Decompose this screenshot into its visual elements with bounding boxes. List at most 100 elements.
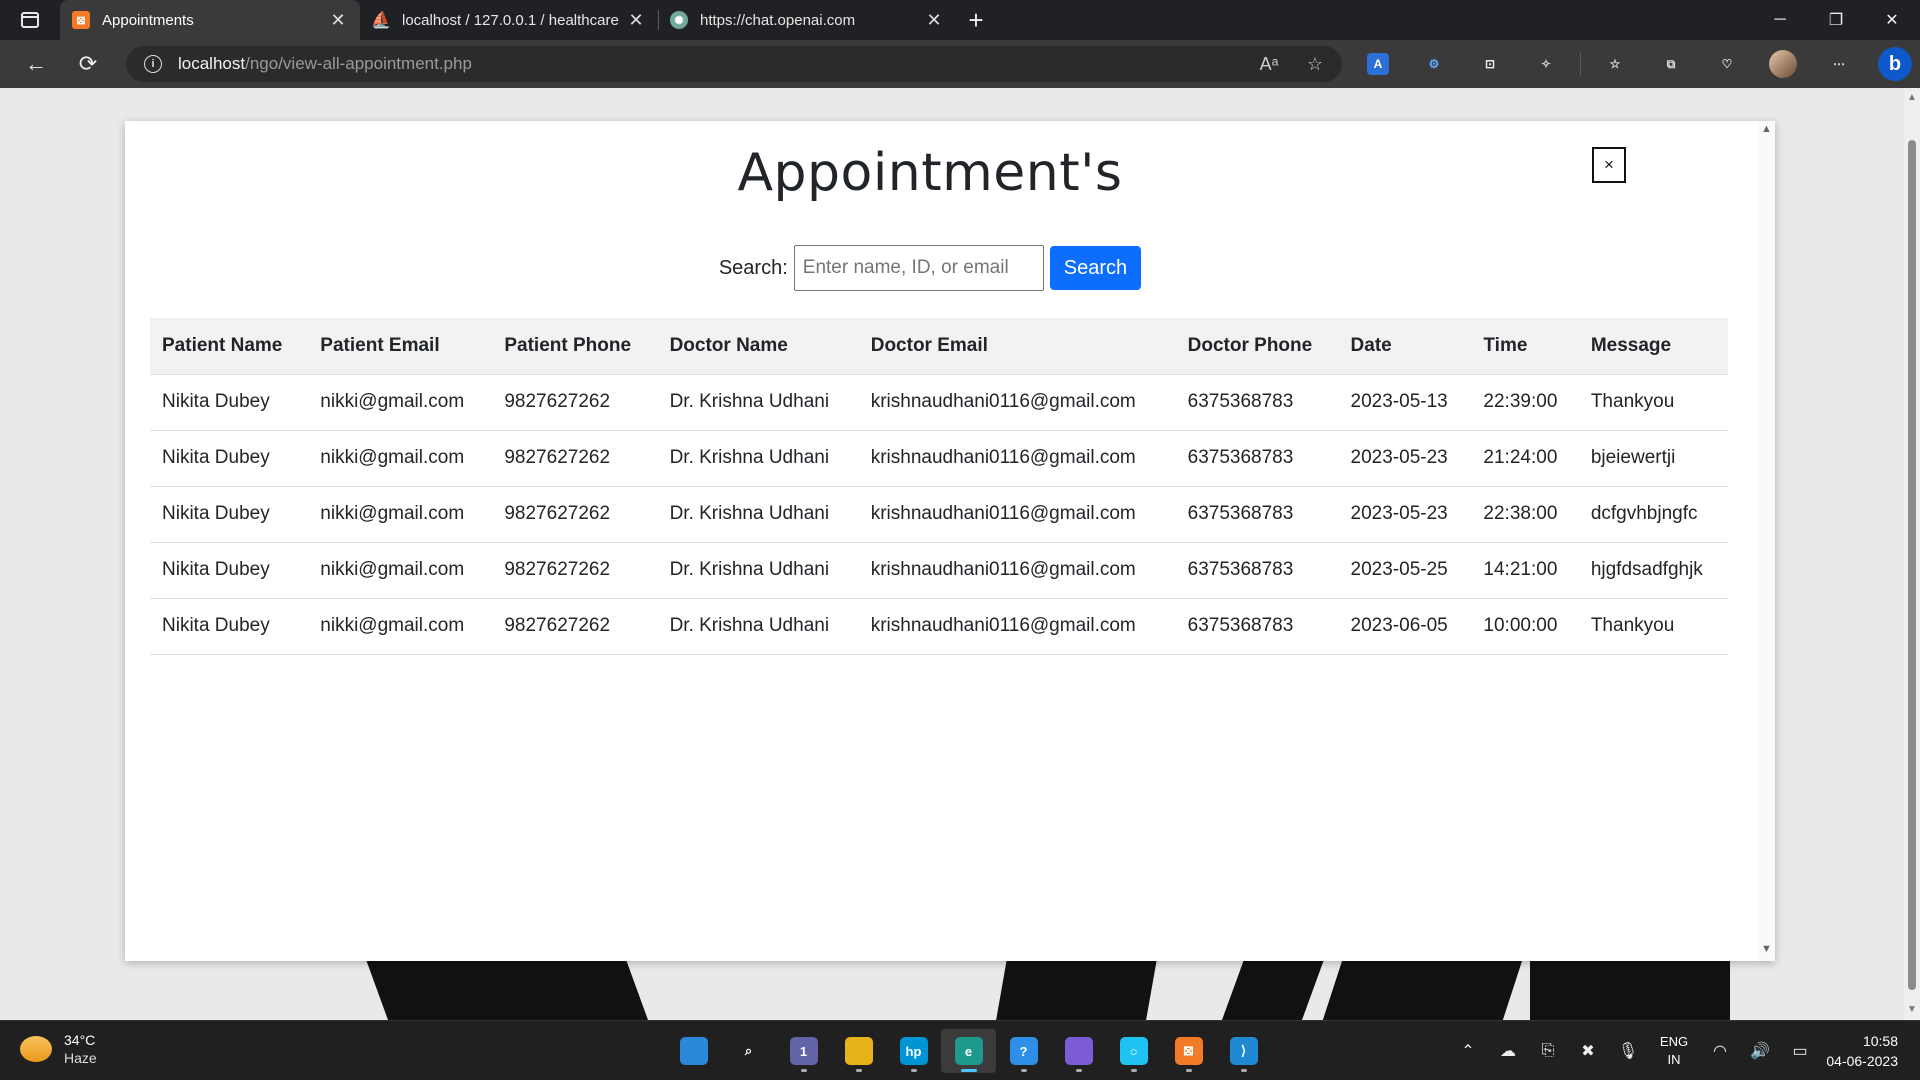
search-label: Search: (718, 256, 788, 279)
search-button[interactable]: Search (1049, 246, 1142, 290)
taskbar-app[interactable]: ⌕ (721, 1029, 776, 1073)
browser-essentials-button[interactable]: ♡ (1699, 40, 1755, 88)
windows-start-icon (679, 1037, 708, 1065)
close-modal-button[interactable]: × (1592, 147, 1626, 183)
toolbar-divider (1580, 52, 1581, 76)
clock[interactable]: 10:58 04-06-2023 (1820, 1031, 1920, 1071)
close-tab-icon[interactable]: ✕ (328, 10, 348, 31)
table-cell: 9827627262 (492, 486, 658, 543)
show-hidden-icons-icon[interactable]: ⌃ (1448, 1041, 1488, 1061)
refresh-button[interactable]: ⟳ (62, 40, 114, 88)
taskbar-app[interactable]: ○ (1106, 1029, 1161, 1073)
taskbar-app[interactable]: ⊠ (1161, 1029, 1216, 1073)
minimize-button[interactable]: ─ (1752, 0, 1808, 40)
collections-icon: ⧉ (1666, 56, 1676, 71)
running-indicator (1240, 1069, 1247, 1072)
weather-widget[interactable]: 34°C Haze (20, 1031, 97, 1066)
new-tab-button[interactable]: + (956, 0, 996, 40)
taskbar-app[interactable] (831, 1029, 886, 1073)
add-favorite-icon[interactable]: ☆ (1292, 54, 1338, 75)
search-input[interactable] (793, 245, 1044, 291)
column-header: Patient Phone (492, 318, 658, 375)
table-row: Nikita Dubey nikki@gmail.com 9827627262 Dr.… (150, 430, 1728, 487)
running-indicator (960, 1069, 977, 1072)
onedrive-offline-icon[interactable]: ☁ (1488, 1041, 1528, 1061)
close-tab-icon[interactable]: ✕ (626, 10, 646, 31)
search-icon: ⌕ (744, 1043, 753, 1058)
read-aloud-icon[interactable]: Aᵃ (1246, 54, 1292, 75)
security-icon[interactable]: ✖ (1568, 1041, 1608, 1061)
battery-icon[interactable]: ▭ (1780, 1041, 1820, 1061)
column-header: Patient Email (308, 318, 493, 375)
taskbar-app[interactable]: hp (886, 1029, 941, 1073)
volume-icon[interactable]: 🔊 (1740, 1041, 1780, 1061)
heart-pulse-icon: ♡ (1721, 57, 1733, 71)
myhp-icon: hp (899, 1037, 928, 1065)
tab-openai[interactable]: ✺ https://chat.openai.com ✕ (658, 0, 956, 40)
bing-chat-button[interactable]: b (1867, 40, 1920, 88)
tab-appointments[interactable]: ⊠ Appointments ✕ (60, 0, 360, 40)
taskbar-app[interactable]: ? (996, 1029, 1051, 1073)
settings-more-button[interactable]: ⋯ (1811, 40, 1867, 88)
table-cell: 2023-05-25 (1338, 542, 1472, 599)
collections-button[interactable]: ⧉ (1643, 40, 1699, 88)
tab-actions-button[interactable] (0, 0, 60, 40)
clock-date: 04-06-2023 (1826, 1053, 1898, 1069)
profile-button[interactable] (1755, 40, 1811, 88)
taskbar-app[interactable]: 1 (776, 1029, 831, 1073)
page-scrollbar[interactable]: ▲ ▼ (1904, 88, 1920, 1020)
translator-extension[interactable]: A (1350, 40, 1406, 88)
get-help-icon: ? (1009, 1037, 1038, 1065)
taskbar-app[interactable]: e (941, 1029, 996, 1073)
table-cell: Nikita Dubey (150, 374, 309, 431)
wifi-icon[interactable]: ◠ (1700, 1041, 1740, 1061)
table-cell: 6375368783 (1175, 486, 1339, 543)
extension-3[interactable]: ⊡ (1462, 40, 1518, 88)
column-header: Doctor Email (858, 318, 1176, 375)
extensions-button[interactable]: ✧ (1518, 40, 1574, 88)
taskbar-app[interactable] (1051, 1029, 1106, 1073)
appointments-table: Patient Name Patient Email Patient Phone… (150, 318, 1728, 655)
modal-scrollbar[interactable]: ▲ ▼ (1758, 121, 1775, 961)
table-cell: 14:21:00 (1471, 542, 1579, 599)
table-cell: nikki@gmail.com (308, 486, 493, 543)
close-window-button[interactable]: ✕ (1864, 0, 1920, 40)
table-cell: bjeiewertji (1578, 430, 1728, 487)
favorites-button[interactable]: ☆ (1587, 40, 1643, 88)
table-header-row: Patient Name Patient Email Patient Phone… (150, 318, 1728, 375)
scroll-up-icon[interactable]: ▲ (1761, 123, 1772, 135)
microphone-icon[interactable]: 🎙 (1608, 1041, 1648, 1061)
column-header: Doctor Name (657, 318, 859, 375)
table-cell: krishnaudhani0116@gmail.com (858, 598, 1176, 655)
site-info-icon[interactable]: i (144, 55, 162, 73)
restore-button[interactable]: ❐ (1808, 0, 1864, 40)
close-tab-icon[interactable]: ✕ (924, 10, 944, 31)
address-bar[interactable]: i localhost/ngo/view-all-appointment.php (126, 46, 1342, 82)
notification-icon[interactable]: ⎘ (1528, 1042, 1568, 1060)
browser-toolbar: ← ⟳ i localhost/ngo/view-all-appointment… (0, 40, 1920, 88)
back-button[interactable]: ← (10, 40, 62, 88)
scroll-down-icon[interactable]: ▼ (1907, 1004, 1917, 1015)
language-indicator[interactable]: ENG IN (1648, 1033, 1700, 1069)
tab-phpmyadmin[interactable]: ⛵ localhost / 127.0.0.1 / healthcare ✕ (360, 0, 658, 40)
extension-2[interactable]: ⚙ (1406, 40, 1462, 88)
running-indicator (1020, 1069, 1027, 1072)
weather-condition: Haze (64, 1050, 97, 1066)
table-cell: nikki@gmail.com (308, 374, 493, 431)
taskbar-app[interactable] (666, 1029, 721, 1073)
taskbar-app[interactable]: ⟩ (1216, 1029, 1271, 1073)
table-cell: krishnaudhani0116@gmail.com (858, 542, 1176, 599)
scroll-up-icon[interactable]: ▲ (1907, 92, 1917, 103)
favorites-icon: ☆ (1609, 57, 1621, 71)
table-cell: Nikita Dubey (150, 486, 309, 543)
openai-icon: ✺ (670, 11, 688, 29)
table-cell: Thankyou (1578, 598, 1728, 655)
tab-title: https://chat.openai.com (700, 11, 856, 29)
table-cell: Nikita Dubey (150, 598, 309, 655)
table-cell: 9827627262 (492, 542, 658, 599)
extension-icon: ⚙ (1428, 57, 1440, 71)
scrollbar-thumb[interactable] (1908, 140, 1916, 990)
table-row: Nikita Dubey nikki@gmail.com 9827627262 Dr.… (150, 374, 1728, 431)
scroll-down-icon[interactable]: ▼ (1761, 943, 1772, 955)
table-cell: hjgfdsadfghjk (1578, 542, 1728, 599)
